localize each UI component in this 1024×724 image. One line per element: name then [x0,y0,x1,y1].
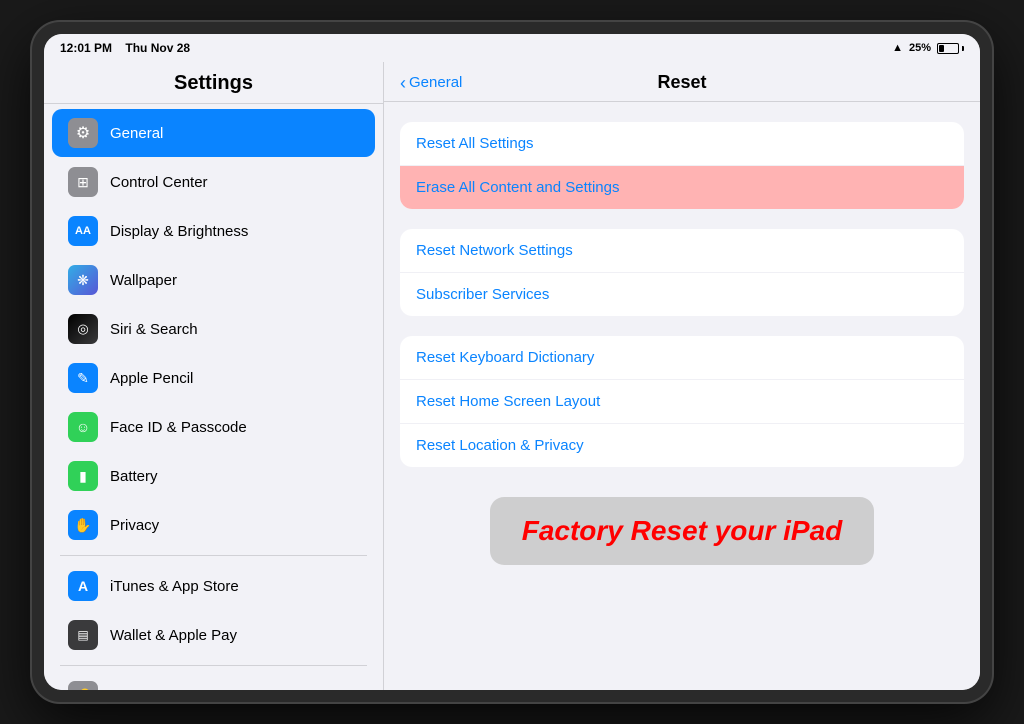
sidebar-item-display-brightness[interactable]: AA Display & Brightness [52,207,375,255]
sidebar-item-face-id[interactable]: ☺ Face ID & Passcode [52,403,375,451]
sidebar-item-battery[interactable]: ▮ Battery [52,452,375,500]
erase-all-content-label: Erase All Content and Settings [416,179,619,196]
reset-network-settings-row[interactable]: Reset Network Settings [400,229,964,273]
sidebar-header: Settings [44,62,383,104]
back-button[interactable]: ‹ General [400,74,462,92]
status-date: Thu Nov 28 [125,41,190,55]
sidebar-item-control-center[interactable]: ⊞ Control Center [52,158,375,206]
sidebar-item-label-display: Display & Brightness [110,223,248,240]
subscriber-services-row[interactable]: Subscriber Services [400,273,964,316]
sidebar-list: ⚙ General ⊞ Control Center A [44,104,383,690]
right-panel-title: Reset [657,72,706,93]
sidebar-item-wallet[interactable]: ▤ Wallet & Apple Pay [52,611,375,659]
reset-home-screen-layout-label: Reset Home Screen Layout [416,393,600,410]
sidebar-item-label-pencil: Apple Pencil [110,370,193,387]
reset-keyboard-dictionary-row[interactable]: Reset Keyboard Dictionary [400,336,964,380]
reset-network-settings-label: Reset Network Settings [416,242,573,259]
sidebar-item-label-general: General [110,125,163,142]
sidebar-title: Settings [174,72,253,94]
display-brightness-icon: AA [68,216,98,246]
back-chevron-icon: ‹ [400,74,406,92]
reset-location-privacy-label: Reset Location & Privacy [416,437,584,454]
sidebar-item-siri[interactable]: ◎ Siri & Search [52,305,375,353]
battery-sidebar-icon: ▮ [68,461,98,491]
sidebar: Settings ⚙ General ⊞ [44,62,384,690]
divider-1 [60,555,367,556]
ipad-screen: 12:01 PM Thu Nov 28 ▲ 25% Setti [44,34,980,690]
battery-percent: 25% [909,42,931,54]
status-time-date: 12:01 PM Thu Nov 28 [60,41,190,55]
sidebar-item-itunes[interactable]: A iTunes & App Store [52,562,375,610]
apple-pencil-icon: ✎ [68,363,98,393]
right-header: ‹ General Reset [384,62,980,102]
factory-reset-text: Factory Reset your iPad [522,515,843,546]
erase-all-content-row[interactable]: Erase All Content and Settings [400,166,964,209]
reset-all-settings-label: Reset All Settings [416,135,534,152]
wallpaper-icon: ❋ [68,265,98,295]
settings-group-2: Reset Network Settings Subscriber Servic… [400,229,964,316]
itunes-icon: A [68,571,98,601]
privacy-icon: ✋ [68,510,98,540]
sidebar-item-general[interactable]: ⚙ General [52,109,375,157]
sidebar-item-label-siri: Siri & Search [110,321,198,338]
back-label: General [409,74,462,91]
sidebar-item-label-control-center: Control Center [110,174,208,191]
annotation-wrapper: Factory Reset your iPad [400,487,964,575]
status-bar-right: ▲ 25% [892,42,964,54]
reset-keyboard-dictionary-label: Reset Keyboard Dictionary [416,349,594,366]
settings-group-1: Reset All Settings Erase All Content and… [400,122,964,209]
sidebar-item-privacy[interactable]: ✋ Privacy [52,501,375,549]
sidebar-item-label-battery: Battery [110,468,158,485]
sidebar-item-label-wallet: Wallet & Apple Pay [110,627,237,644]
subscriber-services-label: Subscriber Services [416,286,549,303]
face-id-icon: ☺ [68,412,98,442]
sidebar-item-wallpaper[interactable]: ❋ Wallpaper [52,256,375,304]
sidebar-item-label-itunes: iTunes & App Store [110,578,239,595]
general-icon: ⚙ [68,118,98,148]
passwords-icon: 🔑 [68,681,98,690]
status-bar: 12:01 PM Thu Nov 28 ▲ 25% [44,34,980,62]
status-time: 12:01 PM [60,41,112,55]
main-content: Settings ⚙ General ⊞ [44,62,980,690]
reset-all-settings-row[interactable]: Reset All Settings [400,122,964,166]
reset-location-privacy-row[interactable]: Reset Location & Privacy [400,424,964,467]
battery-icon [937,43,964,54]
wallet-icon: ▤ [68,620,98,650]
sidebar-item-label-wallpaper: Wallpaper [110,272,177,289]
wifi-icon: ▲ [892,42,903,54]
right-content: Reset All Settings Erase All Content and… [384,102,980,690]
divider-2 [60,665,367,666]
sidebar-item-label-passwords: Passwords & Accounts [110,688,263,691]
siri-icon: ◎ [68,314,98,344]
right-panel: ‹ General Reset Reset All Settings Erase… [384,62,980,690]
sidebar-item-label-privacy: Privacy [110,517,159,534]
control-center-icon: ⊞ [68,167,98,197]
sidebar-item-passwords[interactable]: 🔑 Passwords & Accounts [52,672,375,690]
reset-home-screen-layout-row[interactable]: Reset Home Screen Layout [400,380,964,424]
ipad-frame: 12:01 PM Thu Nov 28 ▲ 25% Setti [32,22,992,702]
factory-reset-annotation: Factory Reset your iPad [490,497,875,565]
sidebar-item-apple-pencil[interactable]: ✎ Apple Pencil [52,354,375,402]
settings-group-3: Reset Keyboard Dictionary Reset Home Scr… [400,336,964,467]
sidebar-item-label-faceid: Face ID & Passcode [110,419,247,436]
